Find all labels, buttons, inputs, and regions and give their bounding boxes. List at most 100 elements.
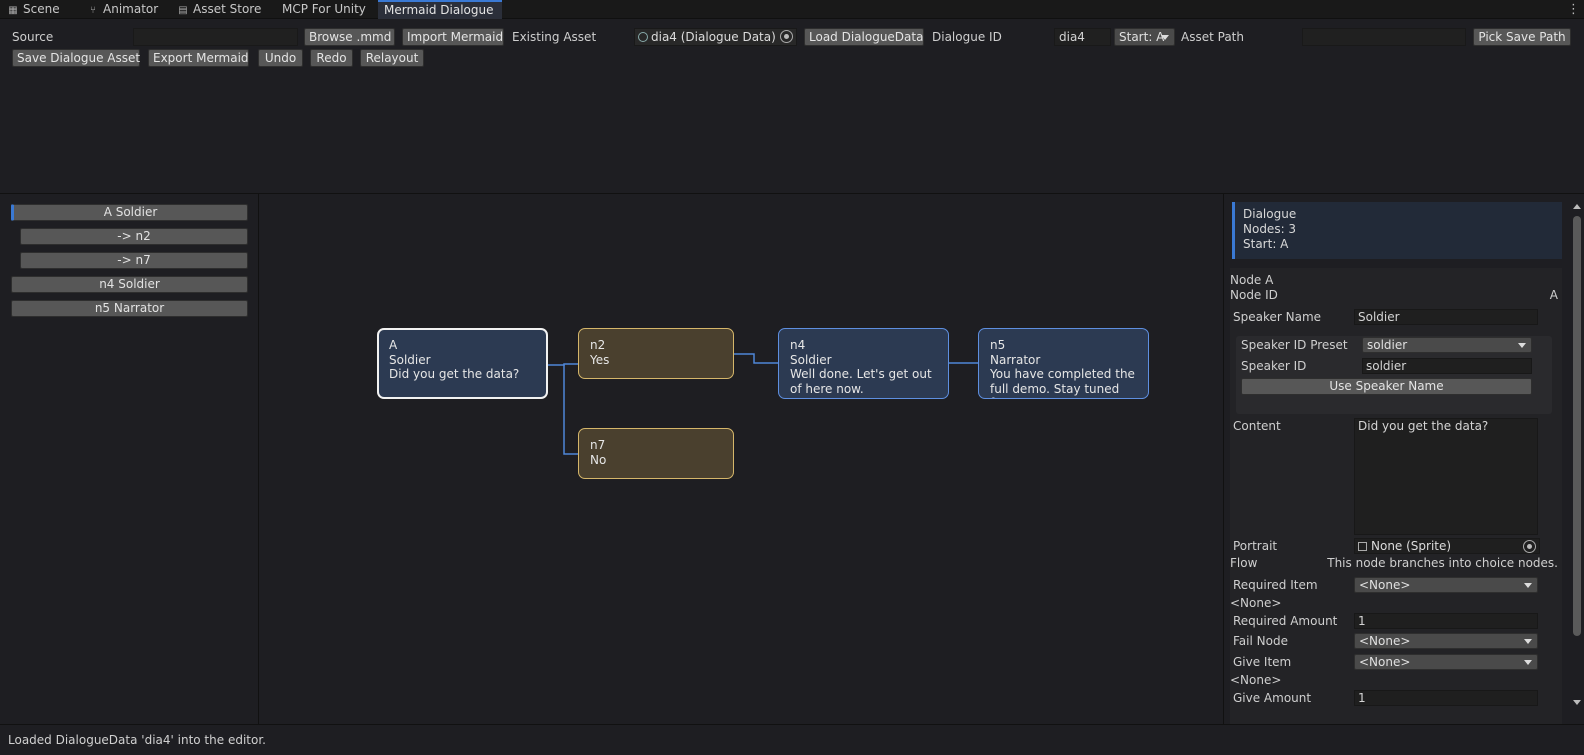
dialogue-graph-canvas[interactable]: A Soldier Did you get the data? n2 Yes n…	[260, 194, 1223, 724]
fail-node-value: <None>	[1359, 634, 1411, 648]
undo-button[interactable]: Undo	[258, 49, 303, 67]
required-item-value: <None>	[1359, 578, 1411, 592]
speaker-id-label: Speaker ID	[1241, 359, 1307, 373]
node-id: n7	[590, 438, 606, 452]
give-amount-field[interactable]: 1	[1354, 690, 1538, 706]
node-list-item-choice-n2[interactable]: -> n2	[20, 228, 248, 245]
browse-mmd-button[interactable]: Browse .mmd	[304, 28, 395, 46]
load-dialoguedata-button[interactable]: Load DialogueData	[804, 28, 924, 46]
toolbar: Source Browse .mmd Import Mermaid Existi…	[0, 19, 1584, 194]
chevron-down-icon	[1524, 639, 1532, 644]
object-picker-icon[interactable]	[780, 30, 793, 43]
portrait-value: None (Sprite)	[1371, 539, 1452, 553]
node-id-label: Node ID	[1230, 288, 1278, 302]
node-list-item-n5[interactable]: n5 Narrator	[11, 300, 248, 317]
redo-button[interactable]: Redo	[310, 49, 353, 67]
tab-scene[interactable]: ▦ Scene	[0, 0, 74, 19]
node-id: n5	[990, 338, 1006, 352]
inspector-scrollbar[interactable]	[1570, 194, 1584, 724]
node-list-item-a[interactable]: A Soldier	[11, 204, 248, 221]
node-title: Node A	[1230, 273, 1274, 287]
edge-a-n7	[563, 365, 578, 455]
asset-path-field[interactable]	[1302, 28, 1466, 46]
chevron-down-icon	[1518, 343, 1526, 348]
give-item-dropdown[interactable]: <None>	[1354, 654, 1538, 670]
node-list-item-choice-n7[interactable]: -> n7	[20, 252, 248, 269]
graph-node-n4[interactable]: n4 Soldier Well done. Let's get out of h…	[778, 328, 949, 399]
required-item-label: Required Item	[1233, 578, 1318, 592]
node-details: Node A Node ID A Speaker Name Soldier Sp…	[1230, 268, 1562, 724]
existing-asset-field[interactable]: dia4 (Dialogue Data)	[634, 28, 797, 46]
bag-icon: ▤	[178, 5, 188, 16]
speaker-name-field[interactable]: Soldier	[1354, 309, 1538, 325]
speaker-id-preset-value: soldier	[1367, 338, 1408, 352]
tab-asset-store[interactable]: ▤ Asset Store	[170, 0, 270, 19]
node-speaker: Soldier	[389, 352, 431, 367]
summary-title: Dialogue	[1243, 207, 1297, 221]
node-content: Did you get the data?	[389, 367, 520, 381]
summary-start-node: Start: A	[1243, 237, 1289, 251]
summary-node-count: Nodes: 3	[1243, 222, 1297, 236]
object-picker-icon[interactable]	[1523, 540, 1536, 553]
tab-animator[interactable]: ⑂ Animator	[80, 0, 170, 19]
export-mermaid-button[interactable]: Export Mermaid	[148, 49, 249, 67]
speaker-id-field[interactable]: soldier	[1362, 358, 1532, 374]
source-field[interactable]	[133, 28, 298, 46]
chevron-down-icon	[1524, 583, 1532, 588]
use-speaker-name-button[interactable]: Use Speaker Name	[1241, 378, 1532, 395]
fail-node-dropdown[interactable]: <None>	[1354, 633, 1538, 649]
portrait-field[interactable]: None (Sprite)	[1354, 538, 1540, 554]
editor-tab-bar: ▦ Scene ⑂ Animator ▤ Asset Store MCP For Un…	[0, 0, 1584, 19]
start-node-dropdown[interactable]: Start: A	[1114, 28, 1175, 46]
content-textarea[interactable]: Did you get the data?	[1354, 418, 1538, 535]
flow-description: This node branches into choice nodes.	[1327, 556, 1558, 570]
save-dialogue-asset-button[interactable]: Save Dialogue Asset	[12, 49, 140, 67]
required-item-note: <None>	[1230, 596, 1282, 610]
fail-node-label: Fail Node	[1233, 634, 1288, 648]
graph-node-n5[interactable]: n5 Narrator You have completed the full …	[978, 328, 1149, 399]
tab-label: Mermaid Dialogue	[384, 3, 494, 17]
give-item-note: <None>	[1230, 673, 1282, 687]
content-label: Content	[1233, 419, 1281, 433]
scrollbar-thumb[interactable]	[1573, 216, 1581, 636]
more-options-icon[interactable]: ⋮	[1567, 0, 1580, 19]
node-list-panel: A Soldier -> n2 -> n7 n4 Soldier n5 Narr…	[0, 194, 259, 724]
chevron-down-icon	[1161, 35, 1169, 40]
graph-node-n2[interactable]: n2 Yes	[578, 328, 734, 379]
relayout-button[interactable]: Relayout	[360, 49, 424, 67]
graph-node-a[interactable]: A Soldier Did you get the data?	[377, 328, 548, 399]
give-item-value: <None>	[1359, 655, 1411, 669]
scroll-down-icon[interactable]	[1573, 700, 1581, 705]
speaker-id-group: Speaker ID Preset soldier Speaker ID sol…	[1236, 336, 1552, 414]
node-list-item-n4[interactable]: n4 Soldier	[11, 276, 248, 293]
edge-a-n2	[548, 363, 578, 366]
graph-node-n7[interactable]: n7 No	[578, 428, 734, 479]
give-amount-label: Give Amount	[1233, 691, 1312, 705]
pick-save-path-button[interactable]: Pick Save Path	[1473, 28, 1571, 46]
node-speaker: Soldier	[790, 352, 832, 367]
speaker-id-preset-dropdown[interactable]: soldier	[1362, 337, 1532, 353]
node-content: No	[590, 452, 607, 467]
animator-icon: ⑂	[90, 5, 96, 16]
dialogue-summary: Dialogue Nodes: 3 Start: A	[1232, 202, 1562, 259]
status-bar: Loaded DialogueData 'dia4' into the edit…	[0, 724, 1584, 755]
tab-label: Scene	[23, 2, 60, 16]
speaker-name-label: Speaker Name	[1233, 310, 1322, 324]
node-id: n2	[590, 338, 606, 352]
node-id: A	[389, 338, 398, 352]
required-amount-field[interactable]: 1	[1354, 613, 1538, 629]
dialogue-id-label: Dialogue ID	[932, 30, 1002, 44]
scriptable-object-icon	[638, 32, 648, 42]
node-id: n4	[790, 338, 806, 352]
speaker-id-preset-label: Speaker ID Preset	[1241, 338, 1348, 352]
node-speaker: Narrator	[990, 352, 1041, 367]
dialogue-id-field[interactable]: dia4	[1054, 28, 1111, 46]
tab-mcp-for-unity[interactable]: MCP For Unity	[276, 0, 376, 19]
import-mermaid-button[interactable]: Import Mermaid	[402, 28, 504, 46]
tab-label: Asset Store	[193, 2, 262, 16]
existing-asset-label: Existing Asset	[512, 30, 597, 44]
required-item-dropdown[interactable]: <None>	[1354, 577, 1538, 593]
scroll-up-icon[interactable]	[1573, 204, 1581, 209]
node-content: You have completed the full demo. Stay t…	[990, 367, 1135, 398]
tab-mermaid-dialogue[interactable]: Mermaid Dialogue	[378, 0, 502, 19]
